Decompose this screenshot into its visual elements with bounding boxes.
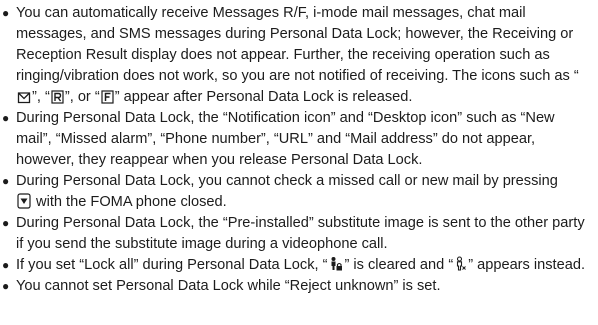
list-item: ● During Personal Data Lock, the “Notifi… [0, 108, 598, 171]
item-text: with the FOMA phone closed. [32, 194, 227, 210]
item-text: You cannot set Personal Data Lock while … [16, 278, 441, 294]
item-text: ” appear after Personal Data Lock is rel… [114, 89, 413, 105]
f-icon [101, 90, 114, 104]
bullet: ● [2, 258, 10, 272]
bullet: ● [2, 216, 10, 230]
item-text: During Personal Data Lock, the “Pre-inst… [16, 215, 585, 252]
person-lock-cleared-icon [454, 256, 467, 272]
bullet: ● [2, 279, 10, 293]
item-text: During Personal Data Lock, the “Notifica… [16, 110, 555, 168]
item-text: ” is cleared and “ [344, 257, 454, 273]
item-text: If you set “Lock all” during Personal Da… [16, 257, 328, 273]
document-page: ● You can automatically receive Messages… [0, 0, 598, 325]
mail-envelope-icon [17, 91, 31, 104]
down-arrow-key-icon [17, 193, 31, 209]
r-reception-result-icon [51, 90, 64, 104]
item-text: ”, or “ [64, 89, 100, 105]
list-item: ● If you set “Lock all” during Personal … [0, 255, 598, 276]
item-text: During Personal Data Lock, you cannot ch… [16, 173, 558, 189]
list-item: ● During Personal Data Lock, the “Pre-in… [0, 213, 598, 255]
item-text: ”, “ [32, 89, 50, 105]
bullet: ● [2, 6, 10, 20]
item-text: You can automatically receive Messages R… [16, 5, 579, 84]
item-text: ” appears instead. [468, 257, 586, 273]
bullet: ● [2, 111, 10, 125]
bullet: ● [2, 174, 10, 188]
list-item: ● You cannot set Personal Data Lock whil… [0, 276, 598, 297]
list-item: ● During Personal Data Lock, you cannot … [0, 171, 598, 213]
list-item: ● You can automatically receive Messages… [0, 3, 598, 108]
lock-all-person-icon [328, 256, 343, 272]
